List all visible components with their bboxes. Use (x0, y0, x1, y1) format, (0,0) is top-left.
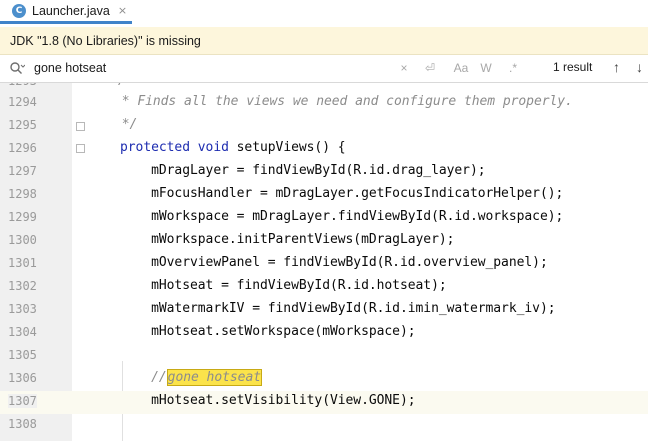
code-text: mDragLayer = findViewById(R.id.drag_laye… (120, 163, 486, 178)
code-text: mHotseat = findViewById(R.id.hotseat); (120, 278, 447, 293)
code-line: 1308 (0, 414, 648, 437)
code-line: 1298 mFocusHandler = mDragLayer.getFocus… (0, 184, 648, 207)
code-line: 1303 mWatermarkIV = findViewById(R.id.im… (0, 299, 648, 322)
line-number: 1300 (8, 233, 37, 247)
line-number: 1297 (8, 164, 37, 178)
code-line: 1301 mOverviewPanel = findViewById(R.id.… (0, 253, 648, 276)
whole-words-button[interactable]: W (478, 59, 494, 77)
code-line: 1295 */ (0, 115, 648, 138)
new-line-icon[interactable]: ⏎ (422, 59, 438, 77)
line-number: 1293 (8, 83, 37, 88)
code-text: mOverviewPanel = findViewById(R.id.overv… (120, 255, 548, 270)
clear-search-icon[interactable]: × (396, 59, 412, 77)
line-number: 1295 (8, 118, 37, 132)
fold-end-icon[interactable] (76, 122, 85, 131)
code-text: mWatermarkIV = findViewById(R.id.imin_wa… (120, 301, 556, 316)
search-input[interactable] (34, 59, 374, 77)
tab-label: Launcher.java (32, 3, 110, 18)
line-number: 1302 (8, 279, 37, 293)
tab-launcher-java[interactable]: C Launcher.java × (0, 0, 132, 24)
line-number: 1299 (8, 210, 37, 224)
result-count: 1 result (553, 60, 593, 74)
line-number: 1305 (8, 348, 37, 362)
code-text: */ (114, 117, 138, 132)
code-text: mHotseat.setWorkspace(mWorkspace); (120, 324, 416, 339)
code-line: 1306 //gone hotseat (0, 368, 648, 391)
code-text: mFocusHandler = mDragLayer.getFocusIndic… (120, 186, 564, 201)
code-keyword: protected void (120, 140, 237, 155)
fold-start-icon[interactable] (76, 144, 85, 153)
line-number: 1308 (8, 417, 37, 431)
regex-button[interactable]: .* (505, 59, 521, 77)
line-number: 1298 (8, 187, 37, 201)
line-number: 1307 (8, 394, 37, 408)
code-text: mWorkspace = mDragLayer.findViewById(R.i… (120, 209, 564, 224)
code-line: 1304 mHotseat.setWorkspace(mWorkspace); (0, 322, 648, 345)
search-icon[interactable] (9, 61, 26, 75)
code-text: / (118, 83, 126, 88)
line-number: 1296 (8, 141, 37, 155)
code-text: mHotseat.setVisibility(View.GONE); (120, 393, 416, 408)
code-text: * Finds all the views we need and config… (114, 94, 573, 109)
line-number: 1294 (8, 95, 37, 109)
code-text: setupViews() { (236, 140, 346, 155)
search-match-highlight: gone hotseat (166, 369, 262, 386)
editor-tab-bar: C Launcher.java × (0, 0, 648, 24)
code-text: mWorkspace.initParentViews(mDragLayer); (120, 232, 455, 247)
code-line: 1299 mWorkspace = mDragLayer.findViewByI… (0, 207, 648, 230)
close-tab-icon[interactable]: × (118, 4, 127, 17)
banner-message: JDK "1.8 (No Libraries)" is missing (10, 33, 201, 48)
line-number: 1303 (8, 302, 37, 316)
code-editor[interactable]: 1293 / 1294 * Finds all the views we nee… (0, 83, 648, 441)
code-line: 1305 (0, 345, 648, 368)
find-bar: × ⏎ Aa W .* 1 result ↑ ↓ (0, 55, 648, 83)
current-code-line: 1307 mHotseat.setVisibility(View.GONE); (0, 391, 648, 414)
previous-occurrence-icon[interactable]: ↑ (613, 58, 620, 76)
code-line: 1302 mHotseat = findViewById(R.id.hotsea… (0, 276, 648, 299)
line-number: 1301 (8, 256, 37, 270)
code-line: 1297 mDragLayer = findViewById(R.id.drag… (0, 161, 648, 184)
match-case-button[interactable]: Aa (451, 59, 471, 77)
next-occurrence-icon[interactable]: ↓ (636, 58, 643, 76)
code-line: 1294 * Finds all the views we need and c… (0, 92, 648, 115)
line-number: 1304 (8, 325, 37, 339)
line-number: 1306 (8, 371, 37, 385)
code-line: 1296 protected void setupViews() { (0, 138, 648, 161)
notification-banner: JDK "1.8 (No Libraries)" is missing (0, 27, 648, 55)
java-class-icon: C (12, 3, 26, 18)
code-line: 1300 mWorkspace.initParentViews(mDragLay… (0, 230, 648, 253)
comment-prefix: // (120, 370, 167, 385)
